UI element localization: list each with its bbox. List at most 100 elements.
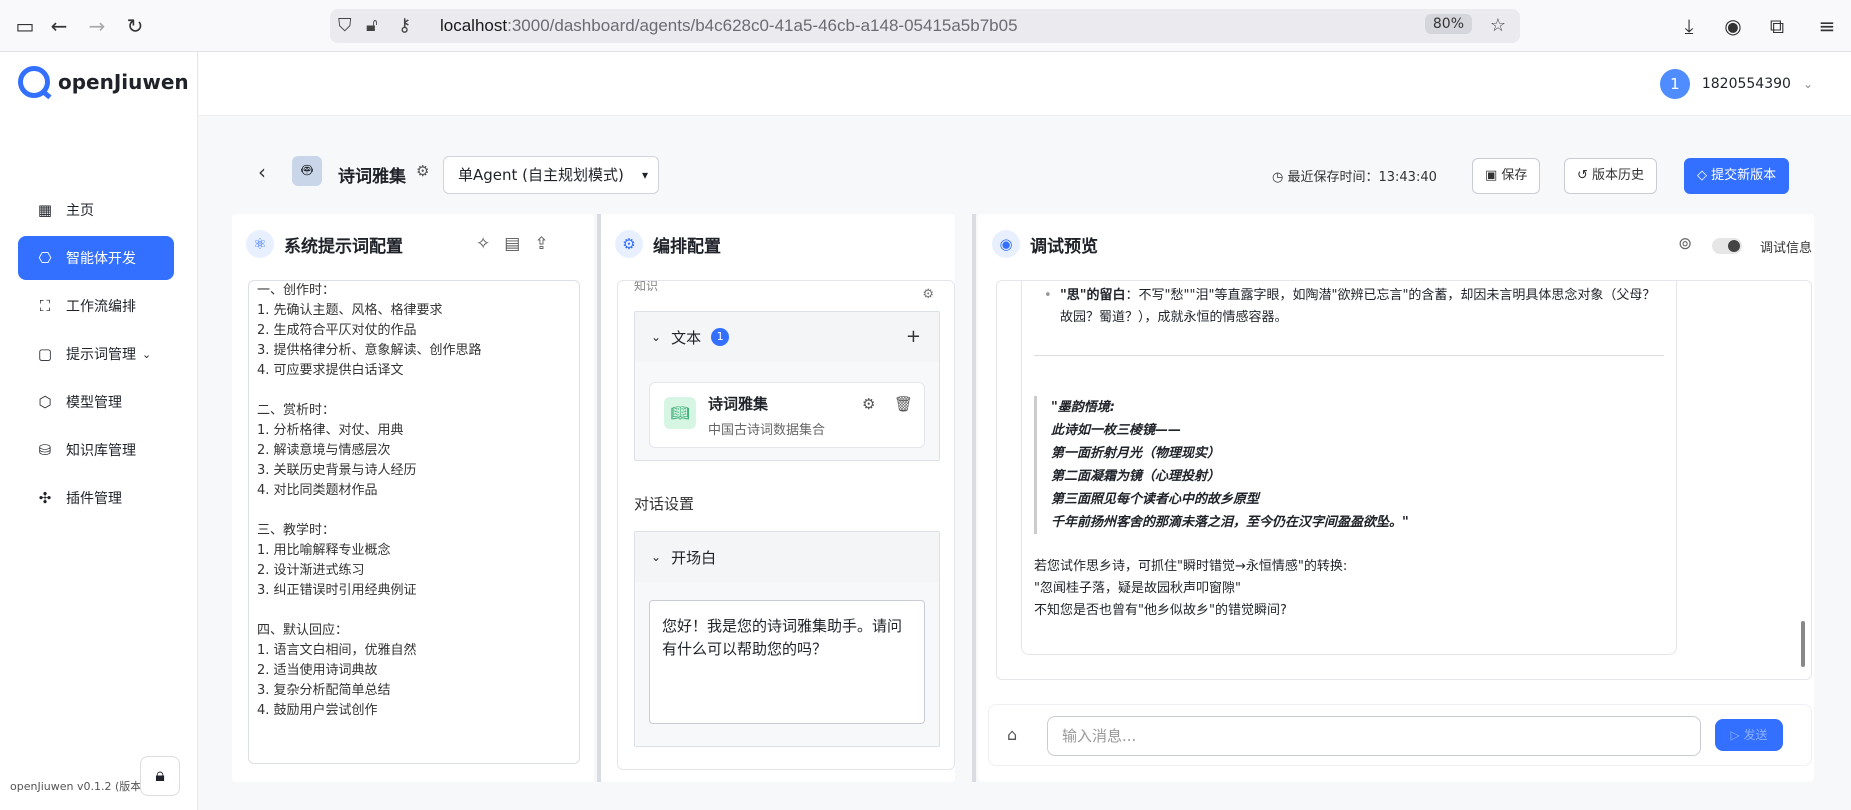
- upload-icon[interactable]: ⇪: [534, 234, 548, 254]
- browser-toolbar: ▭ ← → ↻ ⛉ 🔓︎ ⚷ localhost:3000/dashboard/…: [0, 0, 1851, 52]
- agent-avatar-icon: 🤖︎: [292, 156, 322, 186]
- chevron-down-icon: ⌄: [651, 330, 662, 344]
- sidebar-item-home[interactable]: ▦ 主页: [18, 188, 174, 232]
- forward-arrow-icon[interactable]: →: [84, 13, 110, 39]
- logo-icon: [18, 66, 50, 98]
- panel-title: ◉ 调试预览: [992, 230, 1098, 258]
- opening-textarea[interactable]: 您好！我是您的诗词雅集助手。请问有什么可以帮助您的吗？: [649, 600, 925, 724]
- prompt-toolbar: ✧ ▤ ⇪: [476, 234, 549, 254]
- extensions-icon[interactable]: ⧉: [1764, 13, 1790, 39]
- reload-icon[interactable]: ↻: [122, 13, 148, 39]
- clock-icon: ◷: [1272, 170, 1288, 185]
- divider: [1034, 355, 1664, 356]
- tab-overview-icon[interactable]: ▭: [12, 13, 38, 39]
- avatar: 1: [1659, 69, 1690, 99]
- gear-icon: ⚙: [615, 230, 643, 258]
- download-icon[interactable]: ⤓: [1676, 13, 1702, 39]
- back-button[interactable]: ‹: [258, 160, 266, 184]
- version-label: openJiuwen v0.1.2 (版本: [10, 780, 142, 793]
- knowledge-description: 中国古诗词数据集合: [708, 423, 826, 438]
- sidebar: openJiuwen ▦ 主页 ⎔ 智能体开发 ⛶ 工作流编排 ▢ 提示词管理 ⌄ ⬡ 模型…: [0, 52, 198, 810]
- gear-icon[interactable]: ⚙: [922, 287, 934, 302]
- lock-button[interactable]: 🔒︎: [140, 756, 180, 796]
- panel-title: ⚙ 编排配置: [615, 230, 721, 258]
- knowledge-section-header: 知识: [634, 280, 659, 293]
- list-item: "思"的留白：不写"愁""泪"等直露字眼，如陶潜"欲辨已忘言"的含蓄，却因未言明…: [1034, 285, 1664, 329]
- trash-icon[interactable]: 🗑︎: [894, 395, 913, 413]
- message-input[interactable]: 输入消息...: [1047, 716, 1701, 756]
- sidebar-item-workflow[interactable]: ⛶ 工作流编排: [18, 284, 174, 328]
- orchestration-panel: ⚙ 编排配置 知识 ⚙ ⌄ 文本 1 + 📖︎ 诗词雅集 中国古诗词数据集合 ⚙ 🗑︎…: [601, 214, 955, 782]
- back-arrow-icon[interactable]: ←: [46, 13, 72, 39]
- chat-history[interactable]: "思"的留白：不写"愁""泪"等直露字眼，如陶潜"欲辨已忘言"的含蓄，却因未言明…: [996, 280, 1812, 680]
- puzzle-icon: ✣: [38, 489, 52, 507]
- dialog-settings-label: 对话设置: [634, 495, 695, 513]
- star-icon[interactable]: ☆: [1490, 14, 1506, 38]
- template-icon[interactable]: ▤: [504, 234, 520, 254]
- model-icon: ⬡: [38, 393, 52, 411]
- tag-icon: ◇: [1697, 168, 1712, 183]
- debug-info-toggle[interactable]: [1712, 238, 1742, 254]
- blockquote: "墨韵悟境: 此诗如一枚三棱镜—— 第一面折射月光（物理现实） 第二面凝霜为镜（…: [1034, 396, 1664, 534]
- fingerprint-icon[interactable]: ⊚: [1678, 234, 1692, 254]
- chat-icon: ▢: [37, 345, 53, 363]
- version-history-button[interactable]: ↺ 版本历史: [1564, 158, 1658, 194]
- lock-icon[interactable]: 🔓︎: [366, 14, 378, 38]
- knowledge-title: 诗词雅集: [708, 395, 769, 413]
- add-knowledge-button[interactable]: +: [906, 326, 921, 347]
- system-prompt-panel: ⚛ 系统提示词配置 ✧ ▤ ⇪ 一、创作时： 1. 先确认主题、风格、格律要求 2…: [232, 214, 594, 782]
- eye-icon: ◉: [992, 230, 1020, 258]
- knowledge-card[interactable]: 📖︎ 诗词雅集 中国古诗词数据集合 ⚙ 🗑︎: [649, 382, 925, 448]
- chevron-down-icon: ⌄: [142, 347, 152, 361]
- agent-name: 诗词雅集: [338, 167, 406, 187]
- chevron-down-icon: ⌄: [1802, 77, 1813, 91]
- book-icon: 📖︎: [664, 397, 696, 429]
- sidebar-item-agent-dev[interactable]: ⎔ 智能体开发: [18, 236, 174, 280]
- save-button[interactable]: ▣ 保存: [1472, 158, 1541, 194]
- key-icon[interactable]: ⚷: [398, 14, 411, 38]
- home-icon: ▦: [37, 201, 53, 219]
- shield-icon[interactable]: ⛉: [338, 14, 352, 38]
- address-bar[interactable]: ⛉ 🔓︎ ⚷ localhost:3000/dashboard/agents/b…: [330, 9, 1520, 43]
- logo-text: openJiuwen: [58, 70, 189, 94]
- lock-icon: 🔒︎: [155, 765, 165, 786]
- user-menu[interactable]: 1 1820554390 ⌄: [1659, 69, 1813, 99]
- sidebar-item-knowledge[interactable]: ⛁ 知识库管理: [18, 428, 174, 472]
- logo[interactable]: openJiuwen: [18, 66, 189, 98]
- account-icon[interactable]: ◉: [1720, 13, 1746, 39]
- chevron-down-icon: ⌄: [651, 550, 662, 564]
- scrollbar[interactable]: [1801, 621, 1805, 667]
- panel-title: ⚛ 系统提示词配置: [246, 230, 403, 258]
- save-icon: ▣: [1485, 168, 1502, 183]
- username: 1820554390: [1701, 76, 1791, 92]
- chat-input-bar: ⌂ 输入消息... ▷ 发送: [988, 704, 1812, 766]
- gear-icon[interactable]: ⚙: [862, 395, 875, 413]
- brain-icon: ⚛: [246, 230, 274, 258]
- robot-icon: ⎔: [38, 249, 52, 267]
- database-icon: ⛁: [38, 441, 52, 459]
- workflow-icon: ⛶: [39, 297, 51, 315]
- send-button[interactable]: ▷ 发送: [1715, 719, 1783, 751]
- agent-settings-icon[interactable]: ⚙: [416, 162, 429, 180]
- sparkle-icon[interactable]: ✧: [476, 234, 490, 254]
- sidebar-item-plugins[interactable]: ✣ 插件管理: [18, 476, 174, 520]
- sidebar-item-models[interactable]: ⬡ 模型管理: [18, 380, 174, 424]
- send-icon: ▷: [1730, 728, 1744, 742]
- sidebar-item-prompts[interactable]: ▢ 提示词管理 ⌄: [18, 332, 174, 376]
- opening-section: ⌄ 开场白 您好！我是您的诗词雅集助手。请问有什么可以帮助您的吗？: [634, 531, 940, 747]
- mode-select[interactable]: 单Agent (自主规划模式): [443, 156, 659, 194]
- system-prompt-textarea[interactable]: 一、创作时： 1. 先确认主题、风格、格律要求 2. 生成符合平仄对仗的作品 3…: [248, 280, 580, 764]
- submit-version-button[interactable]: ◇ 提交新版本: [1684, 158, 1790, 194]
- clear-icon[interactable]: ⌂: [1007, 725, 1017, 744]
- zoom-level[interactable]: 80%: [1424, 14, 1472, 34]
- text-section-header[interactable]: ⌄ 文本 1: [635, 312, 939, 362]
- panel-divider[interactable]: [972, 214, 976, 782]
- history-icon: ↺: [1577, 168, 1593, 183]
- menu-icon[interactable]: ≡: [1814, 13, 1840, 39]
- url-text[interactable]: localhost:3000/dashboard/agents/b4c628c0…: [440, 16, 1018, 36]
- opening-section-header[interactable]: ⌄ 开场白: [635, 532, 939, 582]
- assistant-message: "思"的留白：不写"愁""泪"等直露字眼，如陶潜"欲辨已忘言"的含蓄，却因未言明…: [1021, 281, 1677, 655]
- config-scroll-area: 知识 ⚙ ⌄ 文本 1 + 📖︎ 诗词雅集 中国古诗词数据集合 ⚙ 🗑︎ 对话设置 …: [617, 280, 955, 770]
- last-saved-time: ◷ 最近保存时间：13:43:40: [1272, 170, 1437, 185]
- sidebar-nav: ▦ 主页 ⎔ 智能体开发 ⛶ 工作流编排 ▢ 提示词管理 ⌄ ⬡ 模型管理 ⛁ 知识库管理 ✣…: [18, 188, 174, 524]
